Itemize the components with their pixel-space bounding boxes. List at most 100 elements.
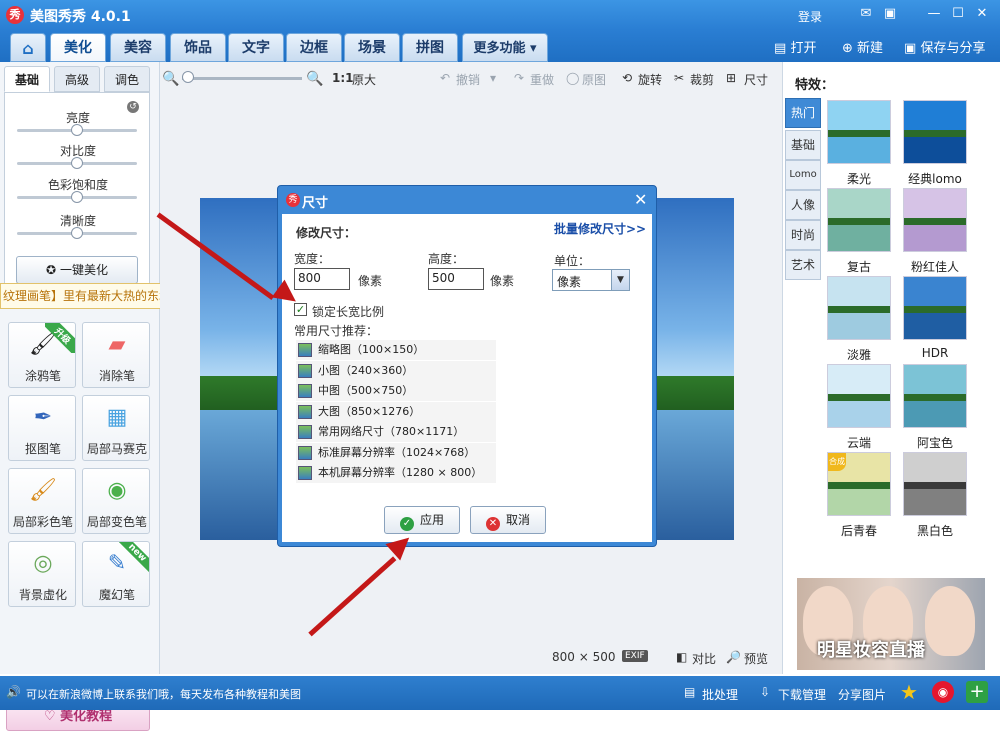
compare-button[interactable]: 对比 (692, 650, 716, 667)
star-icon[interactable]: ★ (900, 681, 922, 703)
height-input[interactable]: 500 (428, 268, 484, 290)
new-button[interactable]: ⊕ 新建 (842, 37, 883, 56)
login-link[interactable]: 登录 (798, 8, 822, 25)
tab-frame[interactable]: 边框 (286, 33, 342, 62)
saturation-slider[interactable] (17, 191, 137, 203)
zoom-slider[interactable] (182, 77, 302, 80)
rotate-icon[interactable]: ⟲ (622, 71, 632, 85)
redo-icon[interactable]: ↷ (514, 71, 524, 85)
weibo-icon[interactable]: ◉ (932, 681, 954, 703)
preview-button[interactable]: 预览 (744, 650, 768, 667)
tool-color-brush[interactable]: 🖌 局部彩色笔 (8, 468, 76, 534)
effect-thumbnail[interactable]: 合成 (827, 452, 891, 516)
download-manager-button[interactable]: 下载管理 (778, 686, 826, 703)
preset-item[interactable]: 中图（500×750） (296, 381, 496, 401)
zoom-knob[interactable] (182, 71, 194, 83)
slider-knob[interactable] (71, 227, 83, 239)
tab-text[interactable]: 文字 (228, 33, 284, 62)
tool-eraser[interactable]: ▰ 消除笔 (82, 322, 150, 388)
slider-knob[interactable] (71, 191, 83, 203)
tool-mosaic[interactable]: ▦ 局部马赛克 (82, 395, 150, 461)
share-image-button[interactable]: 分享图片 (838, 686, 886, 703)
original-size-button[interactable]: 原大 (352, 71, 376, 88)
resize-button[interactable]: 尺寸 (744, 71, 768, 88)
message-icon[interactable]: ✉ (858, 6, 874, 22)
tab-more[interactable]: 更多功能 ▾ (462, 33, 548, 62)
effect-thumbnail[interactable] (903, 276, 967, 340)
tab-cosmetic[interactable]: 美容 (110, 33, 166, 62)
effect-thumbnail[interactable] (903, 452, 967, 516)
brightness-slider[interactable] (17, 124, 137, 136)
preview-icon[interactable]: 🔎 (726, 650, 741, 664)
compare-icon[interactable]: ◧ (676, 650, 687, 664)
slider-knob[interactable] (71, 124, 83, 136)
undo-icon[interactable]: ↶ (440, 71, 450, 85)
zoom-out-icon[interactable]: 🔍 (162, 71, 179, 87)
original-button[interactable]: 原图 (582, 71, 606, 88)
redo-button[interactable]: 重做 (530, 71, 554, 88)
effect-tab-fashion[interactable]: 时尚 (785, 220, 821, 250)
zoom-in-icon[interactable]: 🔍 (306, 71, 323, 87)
slider-knob[interactable] (71, 157, 83, 169)
cancel-button[interactable]: ✕ 取消 (470, 506, 546, 534)
tool-cutout[interactable]: ✒ 抠图笔 (8, 395, 76, 461)
subtab-advanced[interactable]: 高级 (54, 66, 100, 92)
close-icon[interactable]: ✕ (974, 6, 990, 22)
tab-decor[interactable]: 饰品 (170, 33, 226, 62)
dialog-close-icon[interactable]: ✕ (634, 190, 647, 209)
tab-collage[interactable]: 拼图 (402, 33, 458, 62)
lock-ratio-label[interactable]: 锁定长宽比例 (312, 303, 384, 320)
ad-banner[interactable]: 明星妆容直播 (797, 578, 985, 670)
effect-tab-portrait[interactable]: 人像 (785, 190, 821, 220)
preset-item[interactable]: 标准屏幕分辨率（1024×768） (296, 443, 496, 463)
effect-tab-lomo[interactable]: Lomo (785, 160, 821, 190)
contrast-slider[interactable] (17, 157, 137, 169)
maximize-icon[interactable]: ☐ (950, 6, 966, 22)
crop-button[interactable]: 裁剪 (690, 71, 714, 88)
sharpness-slider[interactable] (17, 227, 137, 239)
tool-doodle[interactable]: 🖌 涂鸦笔 升级 (8, 322, 76, 388)
effect-thumbnail[interactable] (827, 100, 891, 164)
preset-item[interactable]: 小图（240×360） (296, 361, 496, 381)
skin-icon[interactable]: ▣ (882, 6, 898, 22)
preset-item[interactable]: 缩略图（100×150） (296, 340, 496, 360)
save-share-button[interactable]: ▣ 保存与分享 (904, 37, 985, 56)
open-button[interactable]: ▤ 打开 (774, 37, 816, 56)
preset-item[interactable]: 本机屏幕分辨率（1280 × 800） (296, 463, 496, 483)
effect-thumbnail[interactable] (827, 188, 891, 252)
batch-button[interactable]: 批处理 (702, 686, 738, 703)
zoom-ratio[interactable]: 1:1 (332, 71, 354, 85)
effect-thumbnail[interactable] (903, 100, 967, 164)
effect-tab-hot[interactable]: 热门 (785, 98, 821, 128)
minimize-icon[interactable]: — (926, 6, 942, 22)
effect-tab-basic[interactable]: 基础 (785, 130, 821, 160)
batch-icon[interactable]: ▤ (684, 685, 695, 699)
preset-item[interactable]: 大图（850×1276） (296, 402, 496, 422)
effect-thumbnail[interactable] (827, 276, 891, 340)
apply-button[interactable]: ✓ 应用 (384, 506, 460, 534)
undo-dropdown-icon[interactable]: ▾ (490, 71, 496, 85)
resize-icon[interactable]: ⊞ (726, 71, 736, 85)
add-icon[interactable]: + (966, 681, 988, 703)
exif-button[interactable]: EXIF (622, 650, 648, 662)
effect-thumbnail[interactable] (827, 364, 891, 428)
tab-scene[interactable]: 场景 (344, 33, 400, 62)
tool-recolor[interactable]: ◉ 局部变色笔 (82, 468, 150, 534)
original-icon[interactable]: ◯ (566, 71, 579, 85)
width-input[interactable]: 800 (294, 268, 350, 290)
undo-button[interactable]: 撤销 (456, 71, 480, 88)
download-icon[interactable]: ⇩ (760, 685, 770, 699)
subtab-color[interactable]: 调色 (104, 66, 150, 92)
effect-tab-art[interactable]: 艺术 (785, 250, 821, 280)
effect-thumbnail[interactable] (903, 364, 967, 428)
one-key-beautify-button[interactable]: ✪ 一键美化 (16, 256, 138, 284)
effect-thumbnail[interactable] (903, 188, 967, 252)
unit-select[interactable]: 像素 ▼ (552, 269, 630, 291)
tool-magic-pen[interactable]: ✎ 魔幻笔 new (82, 541, 150, 607)
scissors-icon[interactable]: ✂ (674, 71, 684, 85)
tool-blur-bg[interactable]: ◎ 背景虚化 (8, 541, 76, 607)
rotate-button[interactable]: 旋转 (638, 71, 662, 88)
subtab-basic[interactable]: 基础 (4, 66, 50, 92)
preset-item[interactable]: 常用网络尺寸（780×1171） (296, 422, 496, 442)
lock-ratio-checkbox[interactable]: ✓ (294, 303, 307, 316)
